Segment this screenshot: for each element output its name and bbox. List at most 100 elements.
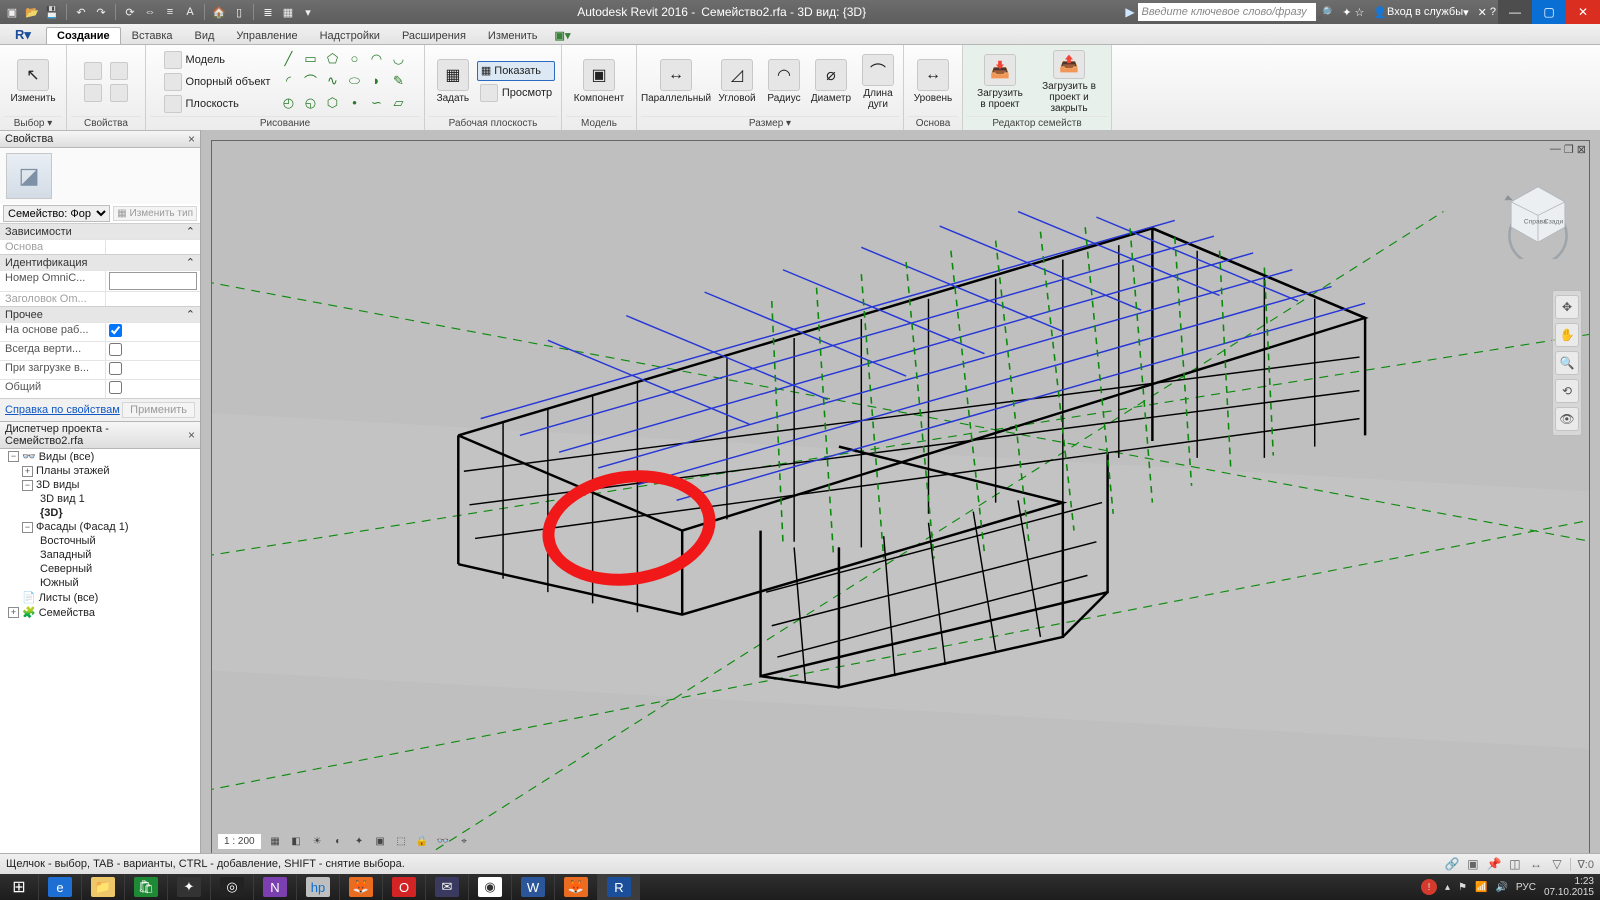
- hostbased-checkbox[interactable]: [109, 324, 122, 337]
- circle-icon[interactable]: ○: [345, 50, 363, 68]
- families[interactable]: Семейства: [39, 607, 95, 619]
- task-firefox1[interactable]: 🦊: [339, 874, 382, 900]
- 3d-icon[interactable]: 🏠: [211, 4, 227, 20]
- load-project-button[interactable]: 📥Загрузить в проект: [969, 50, 1031, 114]
- expand-icon[interactable]: +: [8, 607, 19, 618]
- tab-manage[interactable]: Управление: [225, 27, 308, 44]
- arc-cse-icon[interactable]: ◜: [279, 72, 297, 90]
- family-types-icon[interactable]: [81, 83, 105, 103]
- pan-icon[interactable]: ✋: [1555, 323, 1579, 347]
- select-links-icon[interactable]: 🔗: [1444, 857, 1459, 872]
- close-icon[interactable]: ×: [188, 132, 195, 146]
- redo-icon[interactable]: ↷: [93, 4, 109, 20]
- family-cat-icon[interactable]: [107, 83, 131, 103]
- mdi-restore-icon[interactable]: ❐: [1564, 143, 1574, 156]
- open-icon[interactable]: 📂: [24, 4, 40, 20]
- clock[interactable]: 1:2307.10.2015: [1544, 876, 1594, 898]
- tab-view[interactable]: Вид: [184, 27, 226, 44]
- ref-line-button[interactable]: Опорный объект: [161, 72, 274, 92]
- model-line-button[interactable]: Модель: [161, 50, 274, 70]
- view-3d-current[interactable]: {3D}: [40, 507, 63, 519]
- level-button[interactable]: ↔Уровень: [910, 50, 956, 114]
- sync-icon[interactable]: ⟳: [122, 4, 138, 20]
- aligned-dim-button[interactable]: ↔Параллельный: [641, 50, 711, 114]
- properties-icon[interactable]: [81, 61, 105, 81]
- component-button[interactable]: ▣Компонент: [569, 50, 629, 114]
- diameter-dim-button[interactable]: ⌀Диаметр: [807, 50, 855, 114]
- flag-icon[interactable]: ⚑: [1458, 882, 1467, 893]
- facade-west[interactable]: Западный: [40, 549, 91, 561]
- shared-checkbox[interactable]: [109, 381, 122, 394]
- tab-create[interactable]: Создание: [46, 27, 121, 44]
- group-ident[interactable]: Идентификация⌃: [0, 254, 200, 270]
- omniclass-input[interactable]: [109, 272, 197, 290]
- expand-icon[interactable]: −: [22, 480, 33, 491]
- task-hp[interactable]: hp: [296, 874, 339, 900]
- tray-up-icon[interactable]: ▴: [1445, 882, 1450, 893]
- task-firefox2[interactable]: 🦊: [554, 874, 597, 900]
- angular-dim-button[interactable]: ◿Угловой: [713, 50, 761, 114]
- modify-button[interactable]: ↖Изменить: [3, 50, 63, 114]
- polygon-icon[interactable]: ⬡: [323, 94, 341, 112]
- drag-icon[interactable]: ↔: [1528, 857, 1543, 872]
- fillet-icon[interactable]: ⌒: [301, 72, 319, 90]
- detail-level-icon[interactable]: ▦: [268, 834, 283, 849]
- point-icon[interactable]: •: [345, 94, 363, 112]
- properties-palette-header[interactable]: Свойства×: [0, 130, 200, 148]
- action-center-icon[interactable]: !: [1421, 879, 1437, 895]
- views-3d[interactable]: 3D виды: [36, 479, 79, 491]
- revit-logo-icon[interactable]: R▾: [4, 26, 42, 44]
- app-menu-icon[interactable]: ▣: [4, 4, 20, 20]
- close-views-icon[interactable]: ▦: [280, 4, 296, 20]
- view-cube[interactable]: Справа Сзади: [1496, 175, 1580, 259]
- arc-center-icon[interactable]: ◴: [279, 94, 297, 112]
- pick-lines-icon[interactable]: ✎: [389, 72, 407, 90]
- sun-path-icon[interactable]: ☀: [310, 834, 325, 849]
- thin-lines-icon[interactable]: ≣: [260, 4, 276, 20]
- task-word[interactable]: W: [511, 874, 554, 900]
- exchange-icon[interactable]: ✕: [1478, 6, 1487, 19]
- expand-icon[interactable]: −: [8, 451, 19, 462]
- look-icon[interactable]: 👁: [1555, 407, 1579, 431]
- floor-plans[interactable]: Планы этажей: [36, 465, 110, 477]
- facade-east[interactable]: Восточный: [40, 535, 96, 547]
- steering-wheel-icon[interactable]: ✥: [1555, 295, 1579, 319]
- orbit-icon[interactable]: ⟲: [1555, 379, 1579, 403]
- save-icon[interactable]: 💾: [44, 4, 60, 20]
- props-help-link[interactable]: Справка по свойствам: [5, 404, 120, 416]
- group-dependencies[interactable]: Зависимости⌃: [0, 223, 200, 239]
- favorite-icon[interactable]: ☆: [1354, 6, 1364, 19]
- load-close-button[interactable]: 📤Загрузить в проект и закрыть: [1033, 50, 1105, 114]
- pick-face-icon[interactable]: ▱: [389, 94, 407, 112]
- section-icon[interactable]: ▯: [231, 4, 247, 20]
- search-icon[interactable]: 🔎: [1319, 6, 1333, 19]
- rect-icon[interactable]: ▭: [301, 50, 319, 68]
- arc3p-icon[interactable]: ◠: [367, 50, 385, 68]
- mdi-min-icon[interactable]: —: [1550, 143, 1561, 156]
- ribbon-context-icon[interactable]: ▣▾: [549, 27, 577, 44]
- select-underlay-icon[interactable]: ▣: [1465, 857, 1480, 872]
- task-opera[interactable]: O: [382, 874, 425, 900]
- render-icon[interactable]: ✦: [352, 834, 367, 849]
- task-explorer[interactable]: 📁: [81, 874, 124, 900]
- volume-icon[interactable]: 🔊: [1495, 882, 1507, 893]
- text-icon[interactable]: A: [182, 4, 198, 20]
- facades[interactable]: Фасады (Фасад 1): [36, 521, 129, 533]
- network-icon[interactable]: 📶: [1475, 882, 1487, 893]
- mdi-close-icon[interactable]: ⊠: [1577, 143, 1586, 156]
- browser-header[interactable]: Диспетчер проекта - Семейство2.rfa×: [0, 421, 200, 449]
- family-selector[interactable]: Семейство: Фор: [3, 205, 110, 222]
- reveal-icon[interactable]: ⌖: [457, 834, 472, 849]
- ref-plane-button[interactable]: Плоскость: [161, 94, 274, 114]
- alwaysvert-checkbox[interactable]: [109, 343, 122, 356]
- tab-extensions[interactable]: Расширения: [391, 27, 477, 44]
- spline-pts-icon[interactable]: ∽: [367, 94, 385, 112]
- visual-style-icon[interactable]: ◧: [289, 834, 304, 849]
- login-button[interactable]: 👤 Вход в службы ▾: [1367, 6, 1474, 19]
- tab-addins[interactable]: Надстройки: [309, 27, 391, 44]
- zoom-icon[interactable]: 🔍: [1555, 351, 1579, 375]
- radial-dim-button[interactable]: ◠Радиус: [763, 50, 805, 114]
- facade-south[interactable]: Южный: [40, 577, 79, 589]
- line-icon[interactable]: ╱: [279, 50, 297, 68]
- scale-selector[interactable]: 1 : 200: [217, 833, 262, 850]
